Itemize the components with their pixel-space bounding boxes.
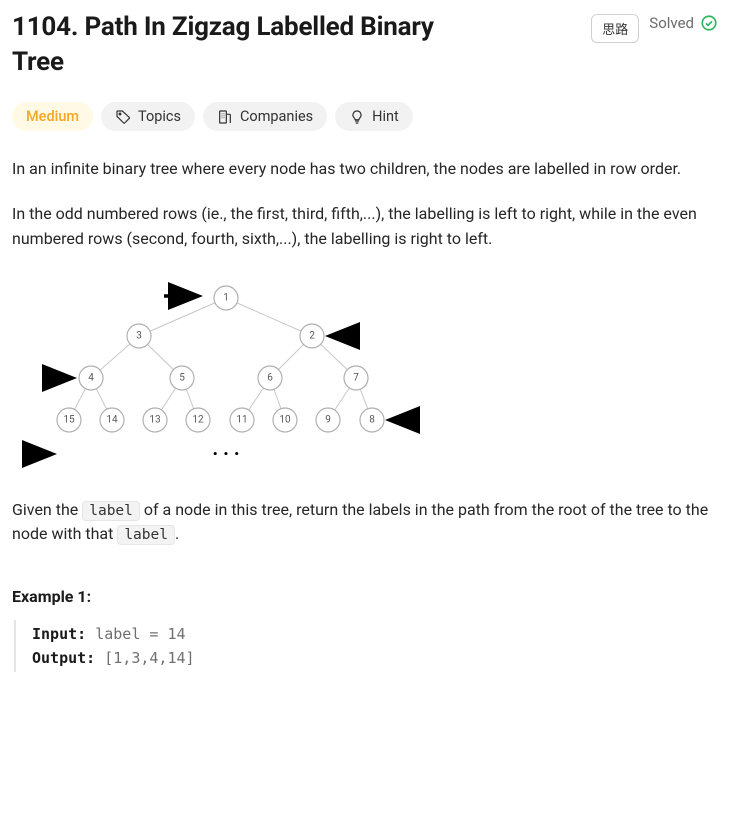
example1-input-value: label = 14 (95, 625, 185, 643)
solved-label: Solved (649, 14, 694, 32)
tag-icon (115, 109, 131, 125)
check-circle-icon (700, 14, 718, 32)
example1-output-label: Output: (32, 649, 95, 667)
node-14: 14 (106, 414, 118, 425)
building-icon (217, 109, 233, 125)
tree-diagram: 1 3 2 4 5 6 7 15 14 13 12 11 10 9 8 . . … (12, 272, 718, 476)
example1-heading: Example 1: (12, 587, 718, 606)
node-13: 13 (149, 414, 160, 425)
description-p1: In an infinite binary tree where every n… (12, 157, 718, 182)
node-2: 2 (309, 330, 315, 341)
description: In an infinite binary tree where every n… (12, 157, 718, 251)
code-label2: label (117, 525, 175, 545)
companies-chip[interactable]: Companies (203, 102, 327, 131)
difficulty-chip[interactable]: Medium (12, 102, 93, 131)
description-p3: Given the label of a node in this tree, … (12, 498, 718, 548)
companies-label: Companies (240, 108, 313, 125)
difficulty-label: Medium (26, 108, 79, 125)
topics-label: Topics (138, 108, 181, 125)
code-label1: label (82, 501, 140, 521)
ellipsis: . . . (212, 436, 239, 460)
hint-label: Hint (372, 108, 399, 125)
node-12: 12 (192, 414, 204, 425)
node-10: 10 (279, 414, 291, 425)
example1-block: Input: label = 14 Output: [1,3,4,14] (14, 620, 718, 672)
node-9: 9 (325, 414, 331, 425)
example1-output-value: [1,3,4,14] (104, 649, 194, 667)
node-7: 7 (353, 372, 359, 383)
node-4: 4 (88, 372, 94, 383)
lightbulb-icon (349, 109, 365, 125)
node-5: 5 (179, 372, 185, 383)
hint-chip[interactable]: Hint (335, 102, 413, 131)
node-6: 6 (267, 372, 273, 383)
node-1: 1 (223, 292, 229, 303)
chip-row: Medium Topics Companies Hint (12, 102, 718, 131)
solved-status: Solved (649, 14, 718, 32)
example1-input-label: Input: (32, 625, 86, 643)
node-3: 3 (136, 330, 142, 341)
node-11: 11 (236, 414, 247, 425)
node-15: 15 (63, 414, 75, 425)
node-8: 8 (369, 414, 375, 425)
notes-button[interactable]: 思路 (591, 14, 639, 43)
problem-title: 1104. Path In Zigzag Labelled Binary Tre… (12, 10, 482, 80)
description-p2: In the odd numbered rows (ie., the first… (12, 202, 718, 252)
topics-chip[interactable]: Topics (101, 102, 195, 131)
